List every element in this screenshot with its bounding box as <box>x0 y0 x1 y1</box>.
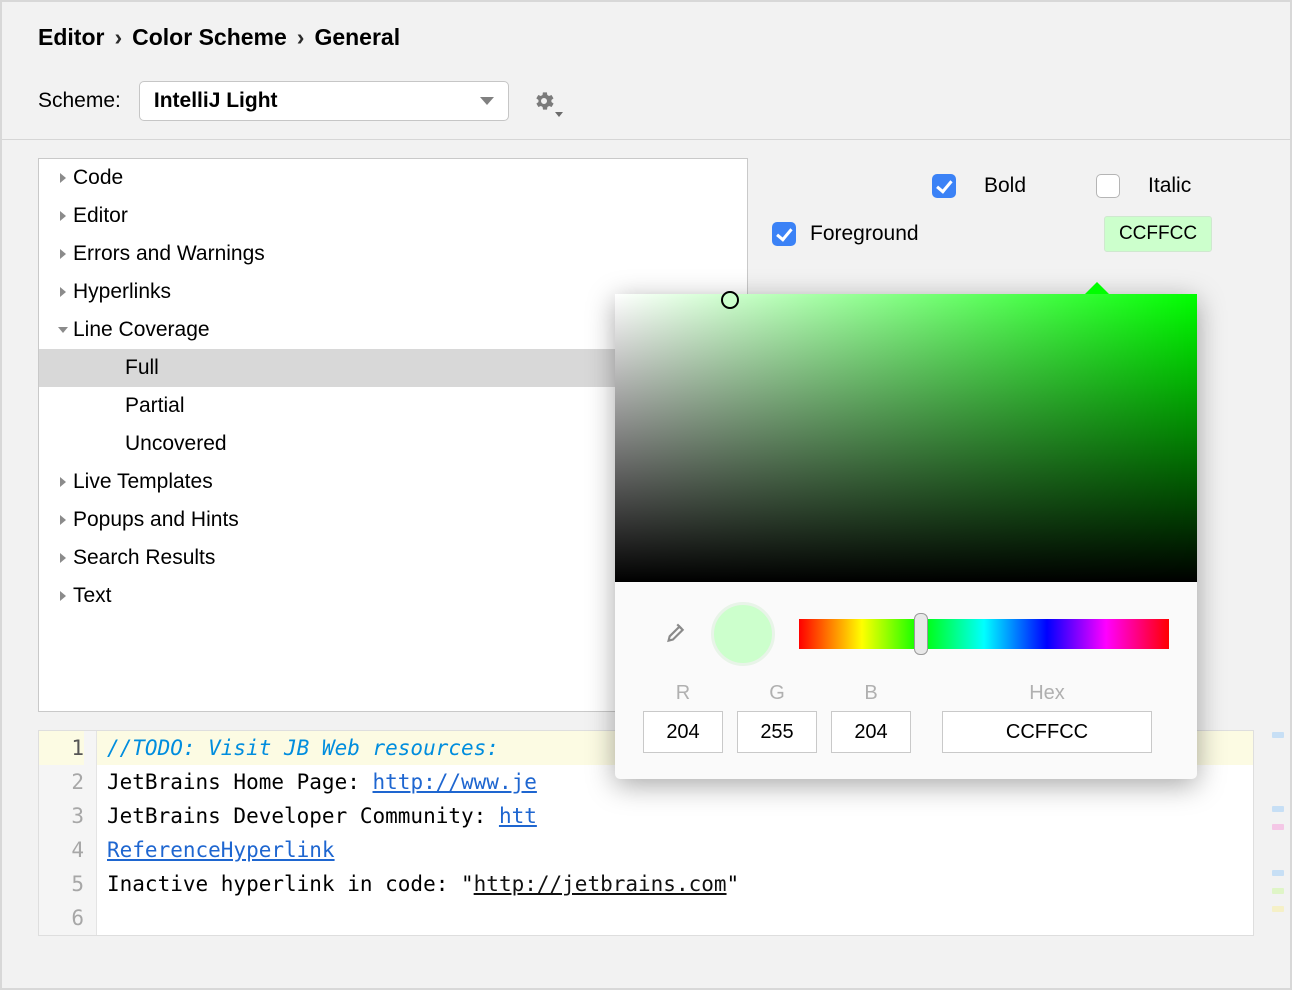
tree-item-label: Popups and Hints <box>73 508 239 532</box>
tree-item-errors[interactable]: Errors and Warnings <box>39 235 747 273</box>
g-input[interactable] <box>737 711 817 753</box>
minimap-marker <box>1272 870 1284 876</box>
line-number: 4 <box>39 833 84 867</box>
line-number: 3 <box>39 799 84 833</box>
breadcrumb-general[interactable]: General <box>314 24 400 51</box>
gear-icon <box>532 89 556 113</box>
chevron-right-icon <box>53 591 73 601</box>
tree-item-code[interactable]: Code <box>39 159 747 197</box>
italic-checkbox[interactable] <box>1096 174 1120 198</box>
foreground-checkbox[interactable] <box>772 222 796 246</box>
reference-hyperlink[interactable]: ReferenceHyperlink <box>107 838 335 862</box>
eyedropper-icon <box>661 619 687 645</box>
color-preview-swatch <box>711 602 775 666</box>
line-number: 1 <box>39 731 84 765</box>
tree-item-label: Hyperlinks <box>73 280 171 304</box>
chevron-right-icon <box>53 515 73 525</box>
chevron-right-icon <box>53 173 73 183</box>
code-line: JetBrains Developer Community: htt <box>107 799 1253 833</box>
minimap-marker <box>1272 732 1284 738</box>
scheme-label: Scheme: <box>38 89 121 113</box>
bold-checkbox[interactable] <box>932 174 956 198</box>
chevron-right-icon: › <box>114 24 122 51</box>
scheme-select[interactable]: IntelliJ Light <box>139 81 509 121</box>
chevron-right-icon <box>53 249 73 259</box>
foreground-color-button[interactable]: CCFFCC <box>1104 216 1212 252</box>
hyperlink[interactable]: http://www.je <box>373 770 537 794</box>
scheme-select-value: IntelliJ Light <box>154 89 278 113</box>
minimap-marker <box>1272 806 1284 812</box>
saturation-value-panel[interactable] <box>615 294 1197 582</box>
code-line: ReferenceHyperlink <box>107 833 1253 867</box>
foreground-label: Foreground <box>810 222 919 246</box>
sv-thumb[interactable] <box>721 291 739 309</box>
code-text: JetBrains Developer Community: <box>107 804 499 828</box>
minimap-marker <box>1272 824 1284 830</box>
code-line: Inactive hyperlink in code: "http://jetb… <box>107 867 1253 901</box>
chevron-right-icon <box>53 211 73 221</box>
r-input[interactable] <box>643 711 723 753</box>
code-text: JetBrains Home Page: <box>107 770 373 794</box>
tree-item-label: Uncovered <box>125 432 227 456</box>
g-label: G <box>769 682 785 705</box>
foreground-color-value: CCFFCC <box>1119 223 1197 245</box>
line-number: 5 <box>39 867 84 901</box>
hex-label: Hex <box>1029 682 1065 705</box>
line-number: 6 <box>39 901 84 935</box>
tree-item-label: Search Results <box>73 546 215 570</box>
code-text: Inactive hyperlink in code: " <box>107 872 474 896</box>
tree-item-label: Code <box>73 166 123 190</box>
code-text: " <box>727 872 740 896</box>
tree-item-label: Errors and Warnings <box>73 242 265 266</box>
tree-item-label: Full <box>125 356 159 380</box>
italic-label: Italic <box>1148 174 1191 198</box>
bold-label: Bold <box>984 174 1026 198</box>
chevron-right-icon <box>53 553 73 563</box>
tree-item-label: Live Templates <box>73 470 213 494</box>
color-picker: R G B Hex <box>615 294 1197 779</box>
minimap[interactable] <box>1270 720 1286 924</box>
minimap-marker <box>1272 888 1284 894</box>
tree-item-label: Editor <box>73 204 128 228</box>
eyedropper-button[interactable] <box>661 619 687 650</box>
chevron-right-icon <box>53 477 73 487</box>
dropdown-caret-icon <box>555 110 563 118</box>
r-label: R <box>676 682 690 705</box>
breadcrumb: Editor › Color Scheme › General <box>38 24 1254 51</box>
inactive-hyperlink: http://jetbrains.com <box>474 872 727 896</box>
tree-item-editor[interactable]: Editor <box>39 197 747 235</box>
b-label: B <box>864 682 877 705</box>
breadcrumb-editor[interactable]: Editor <box>38 24 104 51</box>
hue-thumb[interactable] <box>914 613 928 655</box>
chevron-down-icon <box>53 325 73 335</box>
divider <box>2 139 1290 140</box>
tree-item-label: Partial <box>125 394 185 418</box>
tree-item-label: Text <box>73 584 112 608</box>
hex-input[interactable] <box>942 711 1152 753</box>
gutter: 1 2 3 4 5 6 <box>39 731 97 935</box>
hyperlink[interactable]: htt <box>499 804 537 828</box>
gear-button[interactable] <box>527 84 561 118</box>
chevron-right-icon: › <box>297 24 305 51</box>
chevron-right-icon <box>53 287 73 297</box>
chevron-down-icon <box>480 97 494 105</box>
line-number: 2 <box>39 765 84 799</box>
code-line <box>107 901 1253 935</box>
breadcrumb-color-scheme[interactable]: Color Scheme <box>132 24 287 51</box>
b-input[interactable] <box>831 711 911 753</box>
minimap-marker <box>1272 906 1284 912</box>
hue-slider[interactable] <box>799 619 1169 649</box>
tree-item-label: Line Coverage <box>73 318 210 342</box>
